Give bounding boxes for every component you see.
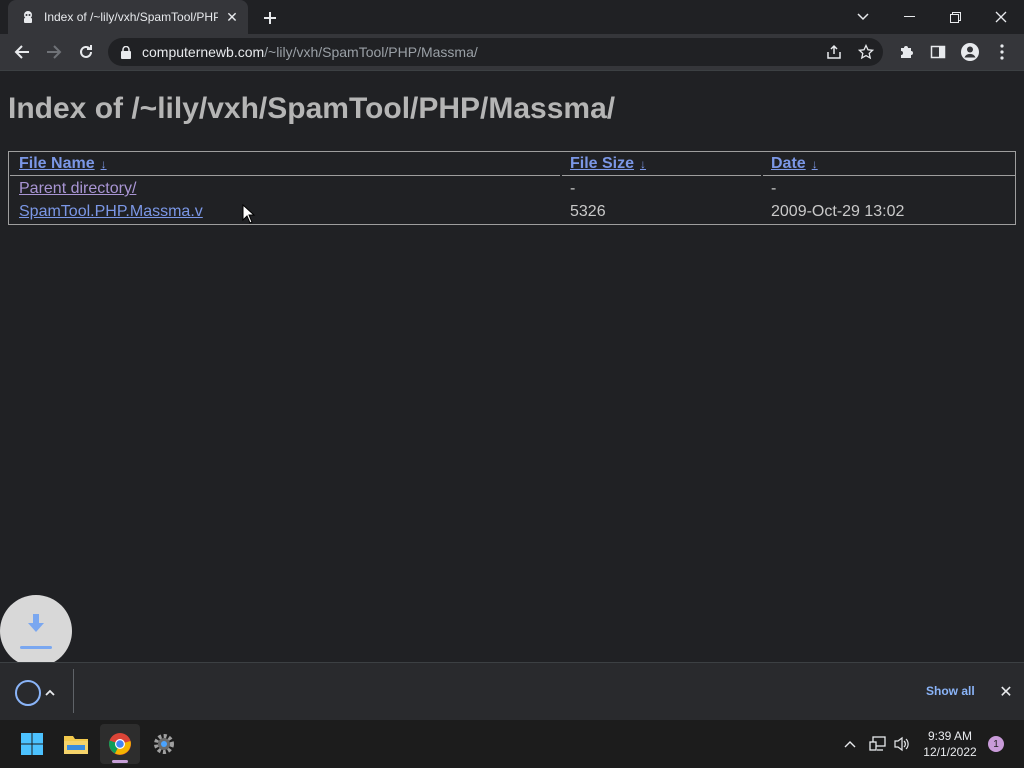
download-shelf-divider (73, 669, 74, 713)
network-icon[interactable] (866, 720, 890, 768)
page-content: Index of /~lily/vxh/SpamTool/PHP/Massma/… (0, 72, 1024, 662)
column-header-date[interactable]: Date ↓ (771, 155, 818, 173)
clock-time: 9:39 AM (927, 729, 973, 743)
close-tab-icon[interactable]: ✕ (224, 9, 240, 25)
lock-icon[interactable] (118, 44, 134, 60)
share-icon[interactable] (820, 38, 848, 66)
active-tab[interactable]: Index of /~lily/vxh/SpamTool/PHP/Massma/… (8, 0, 248, 34)
sort-by-size-link[interactable]: File Size (570, 155, 634, 172)
column-header-size[interactable]: File Size ↓ (570, 155, 646, 173)
sort-arrow-icon[interactable]: ↓ (640, 157, 646, 171)
reload-button[interactable] (72, 38, 100, 66)
sort-by-name-link[interactable]: File Name (19, 155, 95, 172)
sort-arrow-icon[interactable]: ↓ (101, 157, 107, 171)
file-date-value: - (771, 180, 777, 197)
new-tab-button[interactable] (258, 6, 282, 30)
start-button[interactable] (12, 724, 52, 764)
browser-toolbar: computernewb.com/~lily/vxh/SpamTool/PHP/… (0, 34, 1024, 71)
system-clock[interactable]: 9:39 AM 12/1/2022 (916, 728, 984, 760)
page-favicon-icon (20, 9, 36, 25)
file-explorer-button[interactable] (56, 724, 96, 764)
url-path: /~lily/vxh/SpamTool/PHP/Massma/ (264, 44, 478, 60)
chevron-up-icon[interactable] (44, 688, 56, 698)
close-window-button[interactable] (978, 0, 1024, 34)
table-row-name[interactable]: SpamTool.PHP.Massma.v (19, 203, 203, 221)
show-hidden-icons-chevron-up-icon[interactable] (838, 720, 862, 768)
column-header-name[interactable]: File Name ↓ (19, 155, 107, 173)
parent-directory-link[interactable]: Parent directory/ (19, 180, 136, 197)
chrome-logo-icon (109, 733, 131, 755)
show-all-button[interactable]: Show all (926, 684, 975, 698)
table-row-date: - (771, 180, 776, 198)
tab-title: Index of /~lily/vxh/SpamTool/PHP/Massma/ (44, 10, 218, 24)
browser-tab-strip: Index of /~lily/vxh/SpamTool/PHP/Massma/… (0, 0, 1024, 34)
active-app-indicator (112, 760, 128, 763)
gear-icon (154, 734, 174, 754)
url-text: computernewb.com/~lily/vxh/SpamTool/PHP/… (142, 44, 478, 60)
url-host: computernewb.com (142, 44, 265, 60)
download-item[interactable] (14, 679, 56, 707)
table-row-size: 5326 (570, 203, 606, 221)
file-link[interactable]: SpamTool.PHP.Massma.v (19, 203, 203, 220)
table-row-date: 2009-Oct-29 13:02 (771, 203, 904, 221)
download-arrow-icon (28, 613, 44, 632)
windows-taskbar: 9:39 AM 12/1/2022 (0, 720, 1024, 768)
table-row-size: - (570, 180, 575, 198)
download-progress-line (20, 645, 52, 649)
chrome-taskbar-button[interactable] (100, 724, 140, 764)
download-progress-ring-icon (15, 680, 41, 706)
folder-icon (64, 736, 88, 754)
side-panel-icon[interactable] (924, 38, 952, 66)
sort-by-date-link[interactable]: Date (771, 155, 806, 172)
file-size-value: 5326 (570, 203, 606, 220)
table-row-name[interactable]: Parent directory/ (19, 180, 136, 198)
back-button[interactable] (8, 38, 36, 66)
notification-badge[interactable]: 1 (988, 736, 1004, 752)
file-listing-table: File Name ↓ File Size ↓ Date ↓ Parent direc… (8, 151, 1016, 225)
menu-kebab-icon[interactable] (988, 38, 1016, 66)
header-divider (562, 175, 761, 176)
file-size-value: - (570, 180, 576, 197)
close-download-shelf-icon[interactable]: ✕ (996, 682, 1016, 702)
header-divider (763, 175, 1015, 176)
settings-taskbar-button[interactable] (144, 724, 184, 764)
address-bar[interactable]: computernewb.com/~lily/vxh/SpamTool/PHP/… (108, 38, 883, 66)
restore-button[interactable] (932, 0, 978, 34)
header-divider (10, 175, 560, 176)
minimize-button[interactable] (886, 0, 932, 34)
download-shelf: Show all ✕ (0, 662, 1024, 720)
page-title: Index of /~lily/vxh/SpamTool/PHP/Massma/ (8, 92, 616, 125)
windows-logo-icon (21, 733, 43, 755)
forward-button[interactable] (40, 38, 68, 66)
bookmark-star-icon[interactable] (852, 38, 880, 66)
mouse-cursor-icon (242, 203, 256, 229)
sort-arrow-icon[interactable]: ↓ (812, 157, 818, 171)
extensions-puzzle-icon[interactable] (892, 38, 920, 66)
download-button[interactable] (0, 595, 72, 667)
volume-icon[interactable] (890, 720, 914, 768)
clock-date: 12/1/2022 (923, 745, 977, 759)
tab-search-chevron-down-icon[interactable] (840, 0, 886, 34)
file-date-value: 2009-Oct-29 13:02 (771, 203, 905, 220)
profile-avatar-icon[interactable] (956, 38, 984, 66)
